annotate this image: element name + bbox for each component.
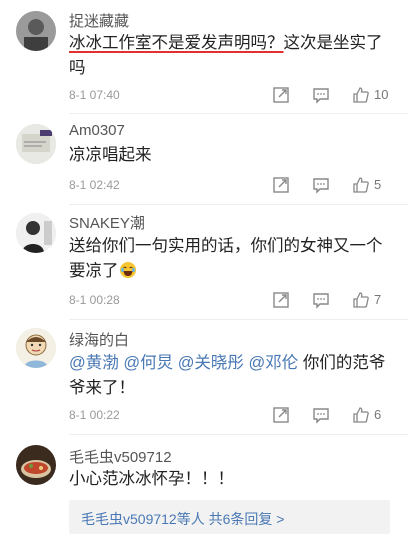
avatar[interactable] — [16, 11, 56, 51]
avatar[interactable] — [16, 213, 56, 253]
thumbs-up-icon — [353, 292, 369, 308]
like-button[interactable]: 6 — [352, 404, 381, 426]
divider — [69, 113, 408, 114]
comment-time: 8-1 00:22 — [69, 408, 120, 422]
like-button[interactable]: 5 — [352, 174, 381, 196]
replies-user[interactable]: 毛毛虫v509712 — [81, 511, 177, 527]
comment-username[interactable]: 毛毛虫v509712 — [69, 446, 172, 467]
comment-icon — [313, 408, 329, 424]
comment-text: 冰冰工作室不是爱发声明吗？这次是坐实了吗 — [69, 31, 387, 81]
avatar[interactable] — [16, 328, 56, 368]
comment-username[interactable]: SNAKEY潮 — [69, 212, 145, 233]
like-count: 6 — [374, 407, 382, 422]
comment-icon — [313, 293, 329, 309]
divider — [69, 319, 408, 320]
replies-middle: 等人 — [176, 511, 205, 527]
reply-button[interactable] — [312, 84, 330, 106]
comment-username[interactable]: Am0307 — [69, 122, 125, 139]
share-icon — [273, 407, 289, 423]
comment-time: 8-1 02:42 — [69, 178, 120, 192]
view-replies-link[interactable]: 共6条回复 > — [209, 511, 285, 527]
mention-link[interactable]: @何炅 — [123, 354, 173, 372]
avatar[interactable] — [16, 124, 56, 164]
comment-time: 8-1 00:28 — [69, 293, 120, 307]
share-icon — [273, 177, 289, 193]
comment-icon — [313, 88, 329, 104]
comment-icon — [313, 178, 329, 194]
share-button[interactable] — [272, 289, 290, 311]
share-icon — [273, 87, 289, 103]
comment-text-content: 送给你们一句实用的话，你们的女神又一个要凉了 — [69, 237, 383, 280]
like-count: 7 — [374, 292, 382, 307]
comment-actions: 5 — [272, 174, 392, 196]
mention-link[interactable]: @关晓彤 — [178, 354, 244, 372]
thumbs-up-icon — [353, 407, 369, 423]
reply-button[interactable] — [312, 404, 330, 426]
share-button[interactable] — [272, 404, 290, 426]
divider — [69, 434, 408, 435]
mention-link[interactable]: @黄渤 — [69, 354, 119, 372]
comment-text: 凉凉唱起来 — [69, 146, 152, 164]
replies-summary[interactable]: 毛毛虫v509712等人 共6条回复 > — [69, 500, 390, 534]
comment-actions: 6 — [272, 404, 392, 426]
share-icon — [273, 292, 289, 308]
thumbs-up-icon — [353, 87, 369, 103]
comment-username[interactable]: 捉迷藏藏 — [69, 10, 129, 31]
share-button[interactable] — [272, 84, 290, 106]
comment-text: @黄渤 @何炅 @关晓彤 @邓伦 你们的范爷爷来了！ — [69, 351, 387, 401]
divider — [69, 204, 408, 205]
reply-button[interactable] — [312, 289, 330, 311]
reply-button[interactable] — [312, 174, 330, 196]
comment-username[interactable]: 绿海的白 — [69, 329, 129, 350]
replies-summary-text[interactable]: 毛毛虫v509712等人 共6条回复 > — [81, 509, 284, 529]
laughing-crying-emoji-icon — [119, 261, 137, 279]
comment-actions: 10 — [272, 84, 392, 106]
comment-actions: 7 — [272, 289, 392, 311]
comment-time: 8-1 07:40 — [69, 88, 120, 102]
share-button[interactable] — [272, 174, 290, 196]
like-button[interactable]: 10 — [352, 84, 388, 106]
thumbs-up-icon — [353, 177, 369, 193]
like-button[interactable]: 7 — [352, 289, 381, 311]
mention-link[interactable]: @邓伦 — [249, 354, 299, 372]
comment-text: 送给你们一句实用的话，你们的女神又一个要凉了 — [69, 234, 387, 284]
comment-text-underlined: 冰冰工作室不是爱发声明吗？ — [69, 34, 284, 52]
like-count: 5 — [374, 177, 382, 192]
avatar[interactable] — [16, 445, 56, 485]
like-count: 10 — [374, 87, 389, 102]
comment-text: 小心范冰冰怀孕！！！ — [69, 470, 234, 488]
